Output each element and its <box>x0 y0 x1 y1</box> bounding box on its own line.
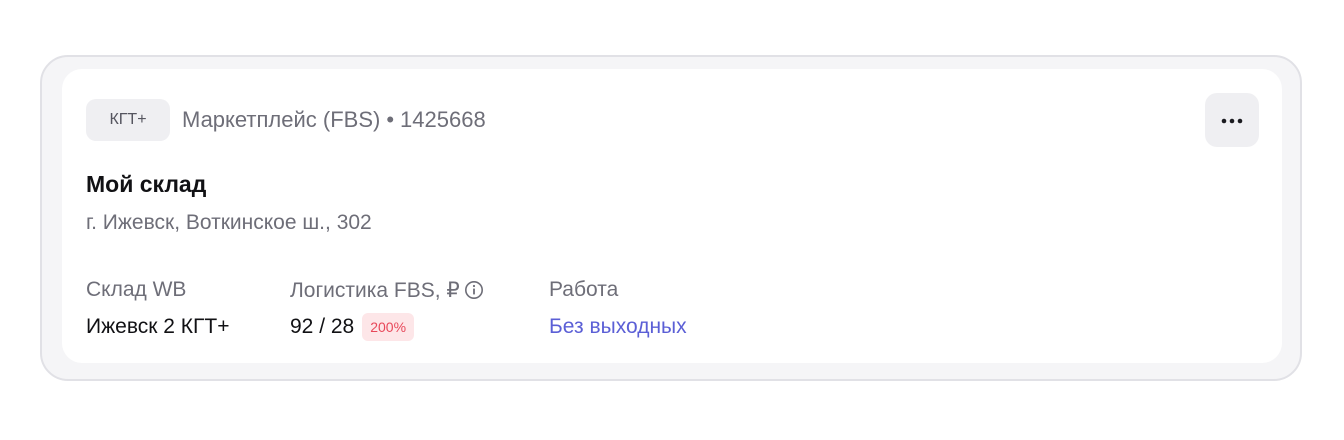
warehouse-type: Маркетплейс (FBS) <box>182 107 381 132</box>
warehouse-id: 1425668 <box>400 107 486 132</box>
more-options-button[interactable] <box>1205 93 1259 147</box>
warehouse-address: г. Ижевск, Воткинское ш., 302 <box>86 211 372 234</box>
work-schedule-label: Работа <box>549 278 619 301</box>
category-tag: КГТ+ <box>86 99 170 141</box>
logistics-percent-badge: 200% <box>362 313 415 341</box>
work-schedule-column: Работа Без выходных <box>549 277 687 341</box>
wb-warehouse-column: Склад WB Ижевск 2 КГТ+ <box>86 277 229 341</box>
logistics-label: Логистика FBS, ₽ <box>290 278 460 302</box>
wb-warehouse-label: Склад WB <box>86 278 187 301</box>
wb-warehouse-value: Ижевск 2 КГТ+ <box>86 315 230 338</box>
logistics-value-row: 92 / 28 200% <box>290 313 484 341</box>
info-icon[interactable] <box>464 280 484 300</box>
logistics-column: Логистика FBS, ₽ 92 / 28 200% <box>290 277 484 341</box>
warehouse-card[interactable]: КГТ+ Маркетплейс (FBS) • 1425668 Мой склад… <box>62 69 1282 363</box>
more-dots-icon <box>1221 111 1243 129</box>
logistics-label-row: Логистика FBS, ₽ <box>290 277 484 303</box>
warehouse-title: Мой склад <box>86 171 207 197</box>
warehouse-card-container: КГТ+ Маркетплейс (FBS) • 1425668 Мой склад… <box>40 55 1302 381</box>
logistics-value: 92 / 28 <box>290 315 355 338</box>
meta-separator: • <box>386 107 395 132</box>
work-schedule-link[interactable]: Без выходных <box>549 313 687 341</box>
warehouse-meta: Маркетплейс (FBS) • 1425668 <box>182 107 486 133</box>
